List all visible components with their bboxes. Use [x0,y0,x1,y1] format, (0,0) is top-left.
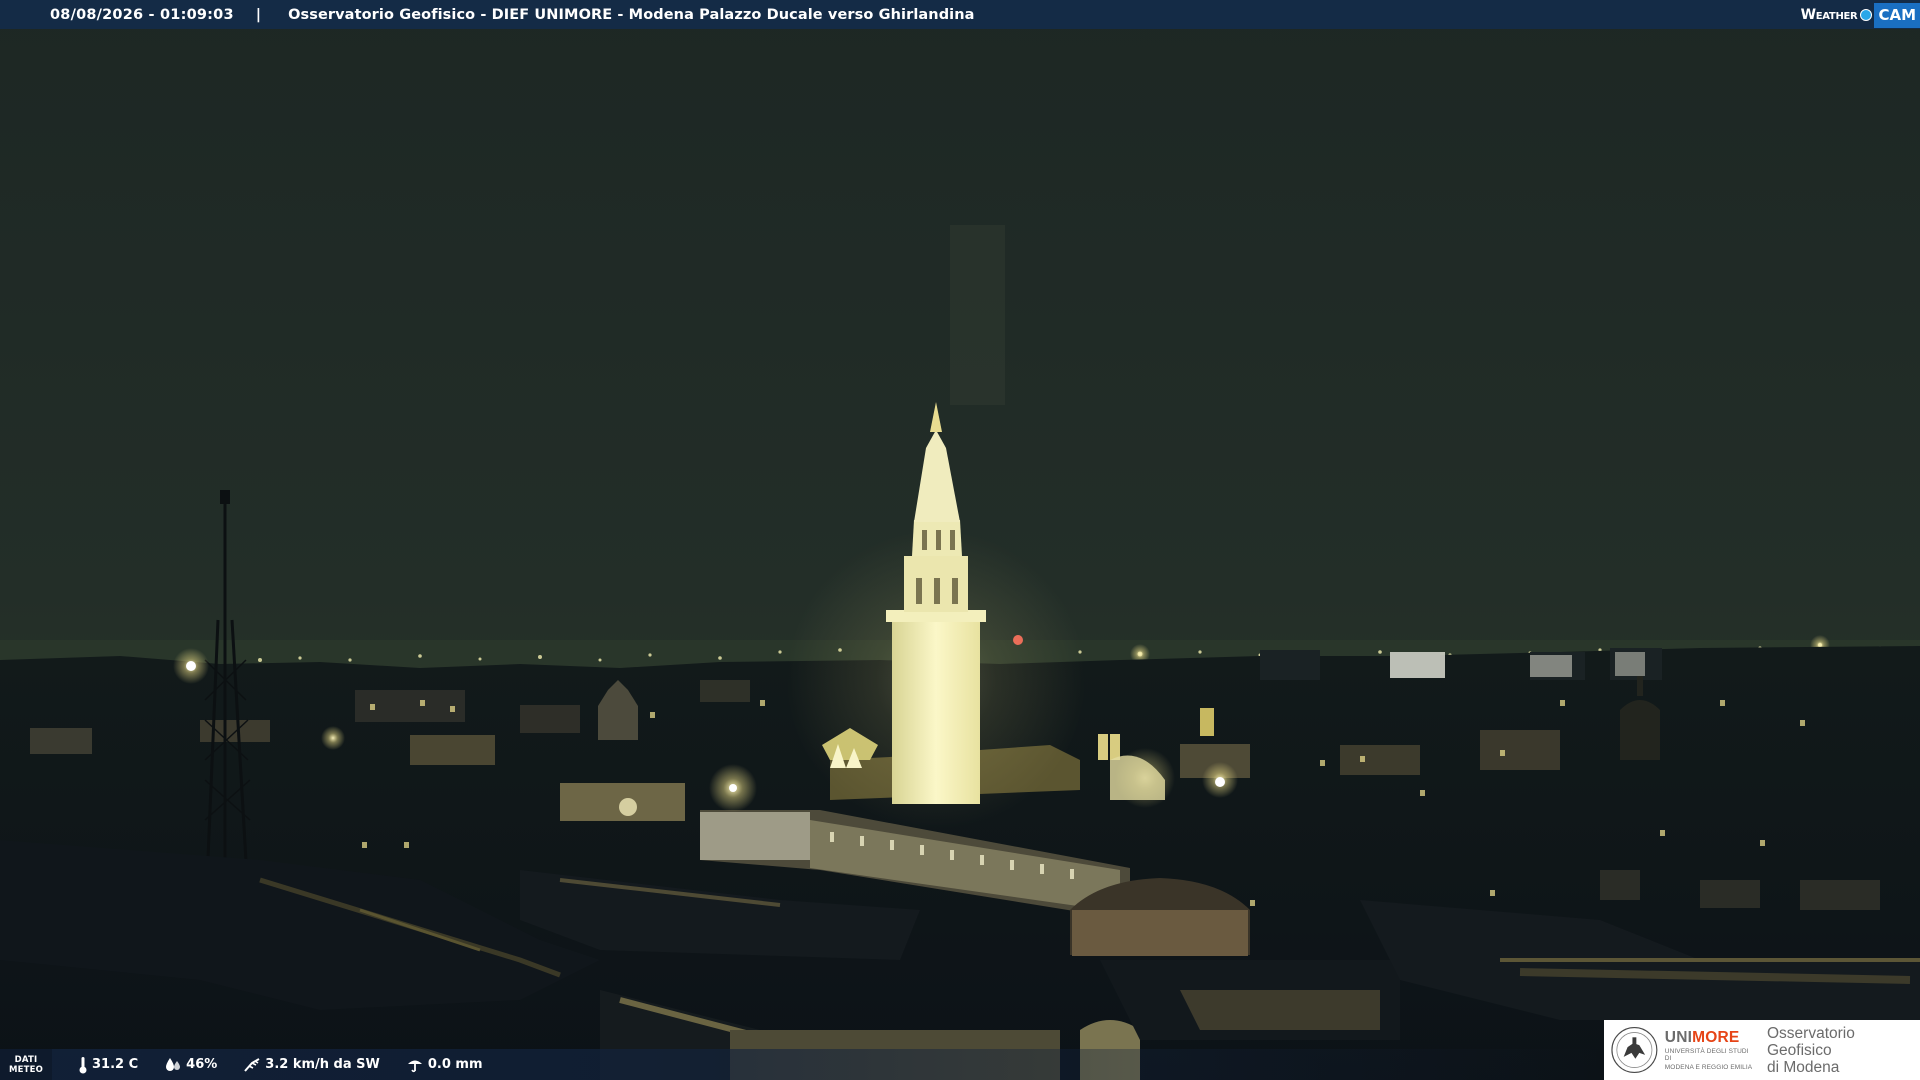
webcam-dot-icon [1860,8,1873,21]
observatory-line-2: di Modena [1767,1058,1840,1076]
webcam-caption: Osservatorio Geofisico - DIEF UNIMORE - … [288,6,975,23]
uni-subtitle-1: UNIVERSITÀ DEGLI STUDI DI [1664,1048,1749,1062]
wind-icon [244,1057,260,1072]
caption-bar: 08/08/2026 - 01:09:03 | Osservatorio Geo… [0,0,1920,29]
observatory-line-1: Osservatorio Geofisico [1767,1024,1855,1059]
rain-readout: 0.0 mm [406,1057,483,1073]
temperature-readout: 31.2 C [78,1056,138,1074]
rain-value: 0.0 mm [427,1057,483,1072]
unimore-wordmark: UNIMORE UNIVERSITÀ DEGLI STUDI DI MODENA… [1665,1029,1755,1071]
brand-weather-text: Weather [1800,6,1858,23]
brand-cam-text: CAM [1874,2,1920,28]
uni-text: UNI [1664,1029,1693,1046]
caption-separator: | [255,6,262,23]
badge-line-2: METEO [8,1064,44,1075]
uni-subtitle-2: MODENA E REGGIO EMILIA [1664,1064,1753,1071]
weathercam-brand[interactable]: Weather CAM [1801,0,1920,29]
badge-line-1: DATI [14,1054,38,1065]
humidity-drop-icon [166,1057,181,1071]
humidity-readout: 46% [164,1057,217,1073]
webcam-scene [0,0,1920,1080]
meteo-badge: DATI METEO [0,1049,52,1080]
meteo-bar: DATI METEO 31.2 C 46% 3.2 km/h da SW 0.0… [0,1049,1600,1080]
wind-readout: 3.2 km/h da SW [243,1057,380,1073]
humidity-value: 46% [186,1057,218,1072]
university-seal-icon [1611,1026,1658,1074]
more-text: MORE [1692,1029,1740,1046]
unimore-logo[interactable]: UNIMORE UNIVERSITÀ DEGLI STUDI DI MODENA… [1604,1020,1920,1080]
timestamp: 08/08/2026 - 01:09:03 [50,6,234,23]
observatory-name: Osservatorio Geofisico di Modena [1767,1025,1920,1076]
rain-gauge-icon [407,1060,422,1072]
wind-value: 3.2 km/h da SW [265,1057,380,1072]
thermometer-icon [79,1056,87,1073]
temperature-value: 31.2 C [92,1057,139,1072]
